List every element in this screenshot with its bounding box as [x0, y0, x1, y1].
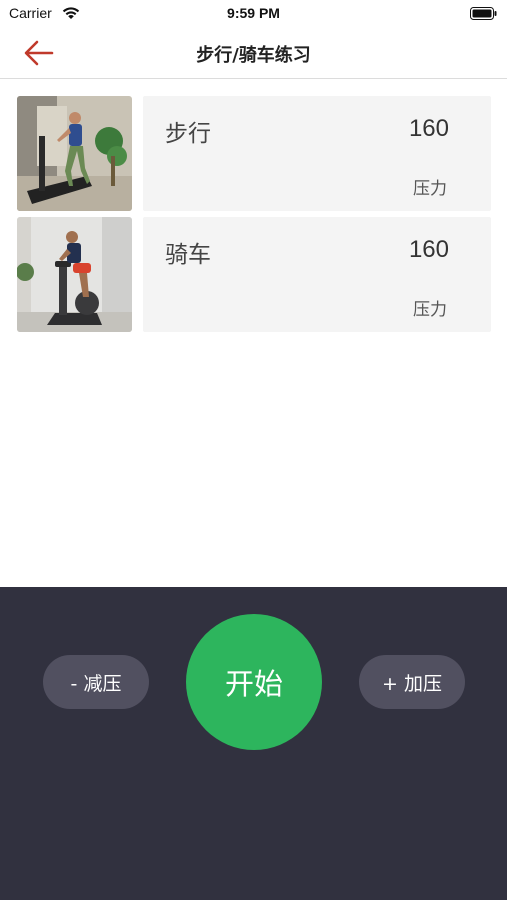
control-panel: - 减压 开始 + 加压 — [0, 587, 507, 900]
page-title: 步行/骑车练习 — [196, 45, 311, 66]
exercise-name: 骑车 — [165, 242, 211, 268]
exercise-bike-photo — [17, 217, 132, 332]
battery-icon — [470, 7, 497, 20]
treadmill-walking-photo — [17, 96, 132, 211]
exercise-row-walking[interactable]: 步行 160 压力 — [17, 96, 491, 211]
exercise-name: 步行 — [165, 121, 211, 147]
navigation-bar: 步行/骑车练习 — [0, 28, 507, 79]
clock: 9:59 PM — [227, 5, 280, 21]
exercise-list: 步行 160 压力 骑车 160 压力 — [17, 96, 491, 338]
exercise-pressure-unit: 压力 — [413, 179, 447, 199]
increase-pressure-button[interactable]: + 加压 — [359, 655, 465, 709]
exercise-row-cycling[interactable]: 骑车 160 压力 — [17, 217, 491, 332]
start-button[interactable]: 开始 — [186, 614, 322, 750]
exercise-card: 骑车 160 压力 — [143, 217, 491, 332]
exercise-pressure-unit: 压力 — [413, 300, 447, 320]
exercise-pressure-value: 160 — [408, 115, 449, 142]
status-bar: Carrier 9:59 PM — [0, 0, 507, 28]
decrease-pressure-button[interactable]: - 减压 — [43, 655, 149, 709]
exercise-card: 步行 160 压力 — [143, 96, 491, 211]
exercise-pressure-value: 160 — [408, 236, 449, 263]
